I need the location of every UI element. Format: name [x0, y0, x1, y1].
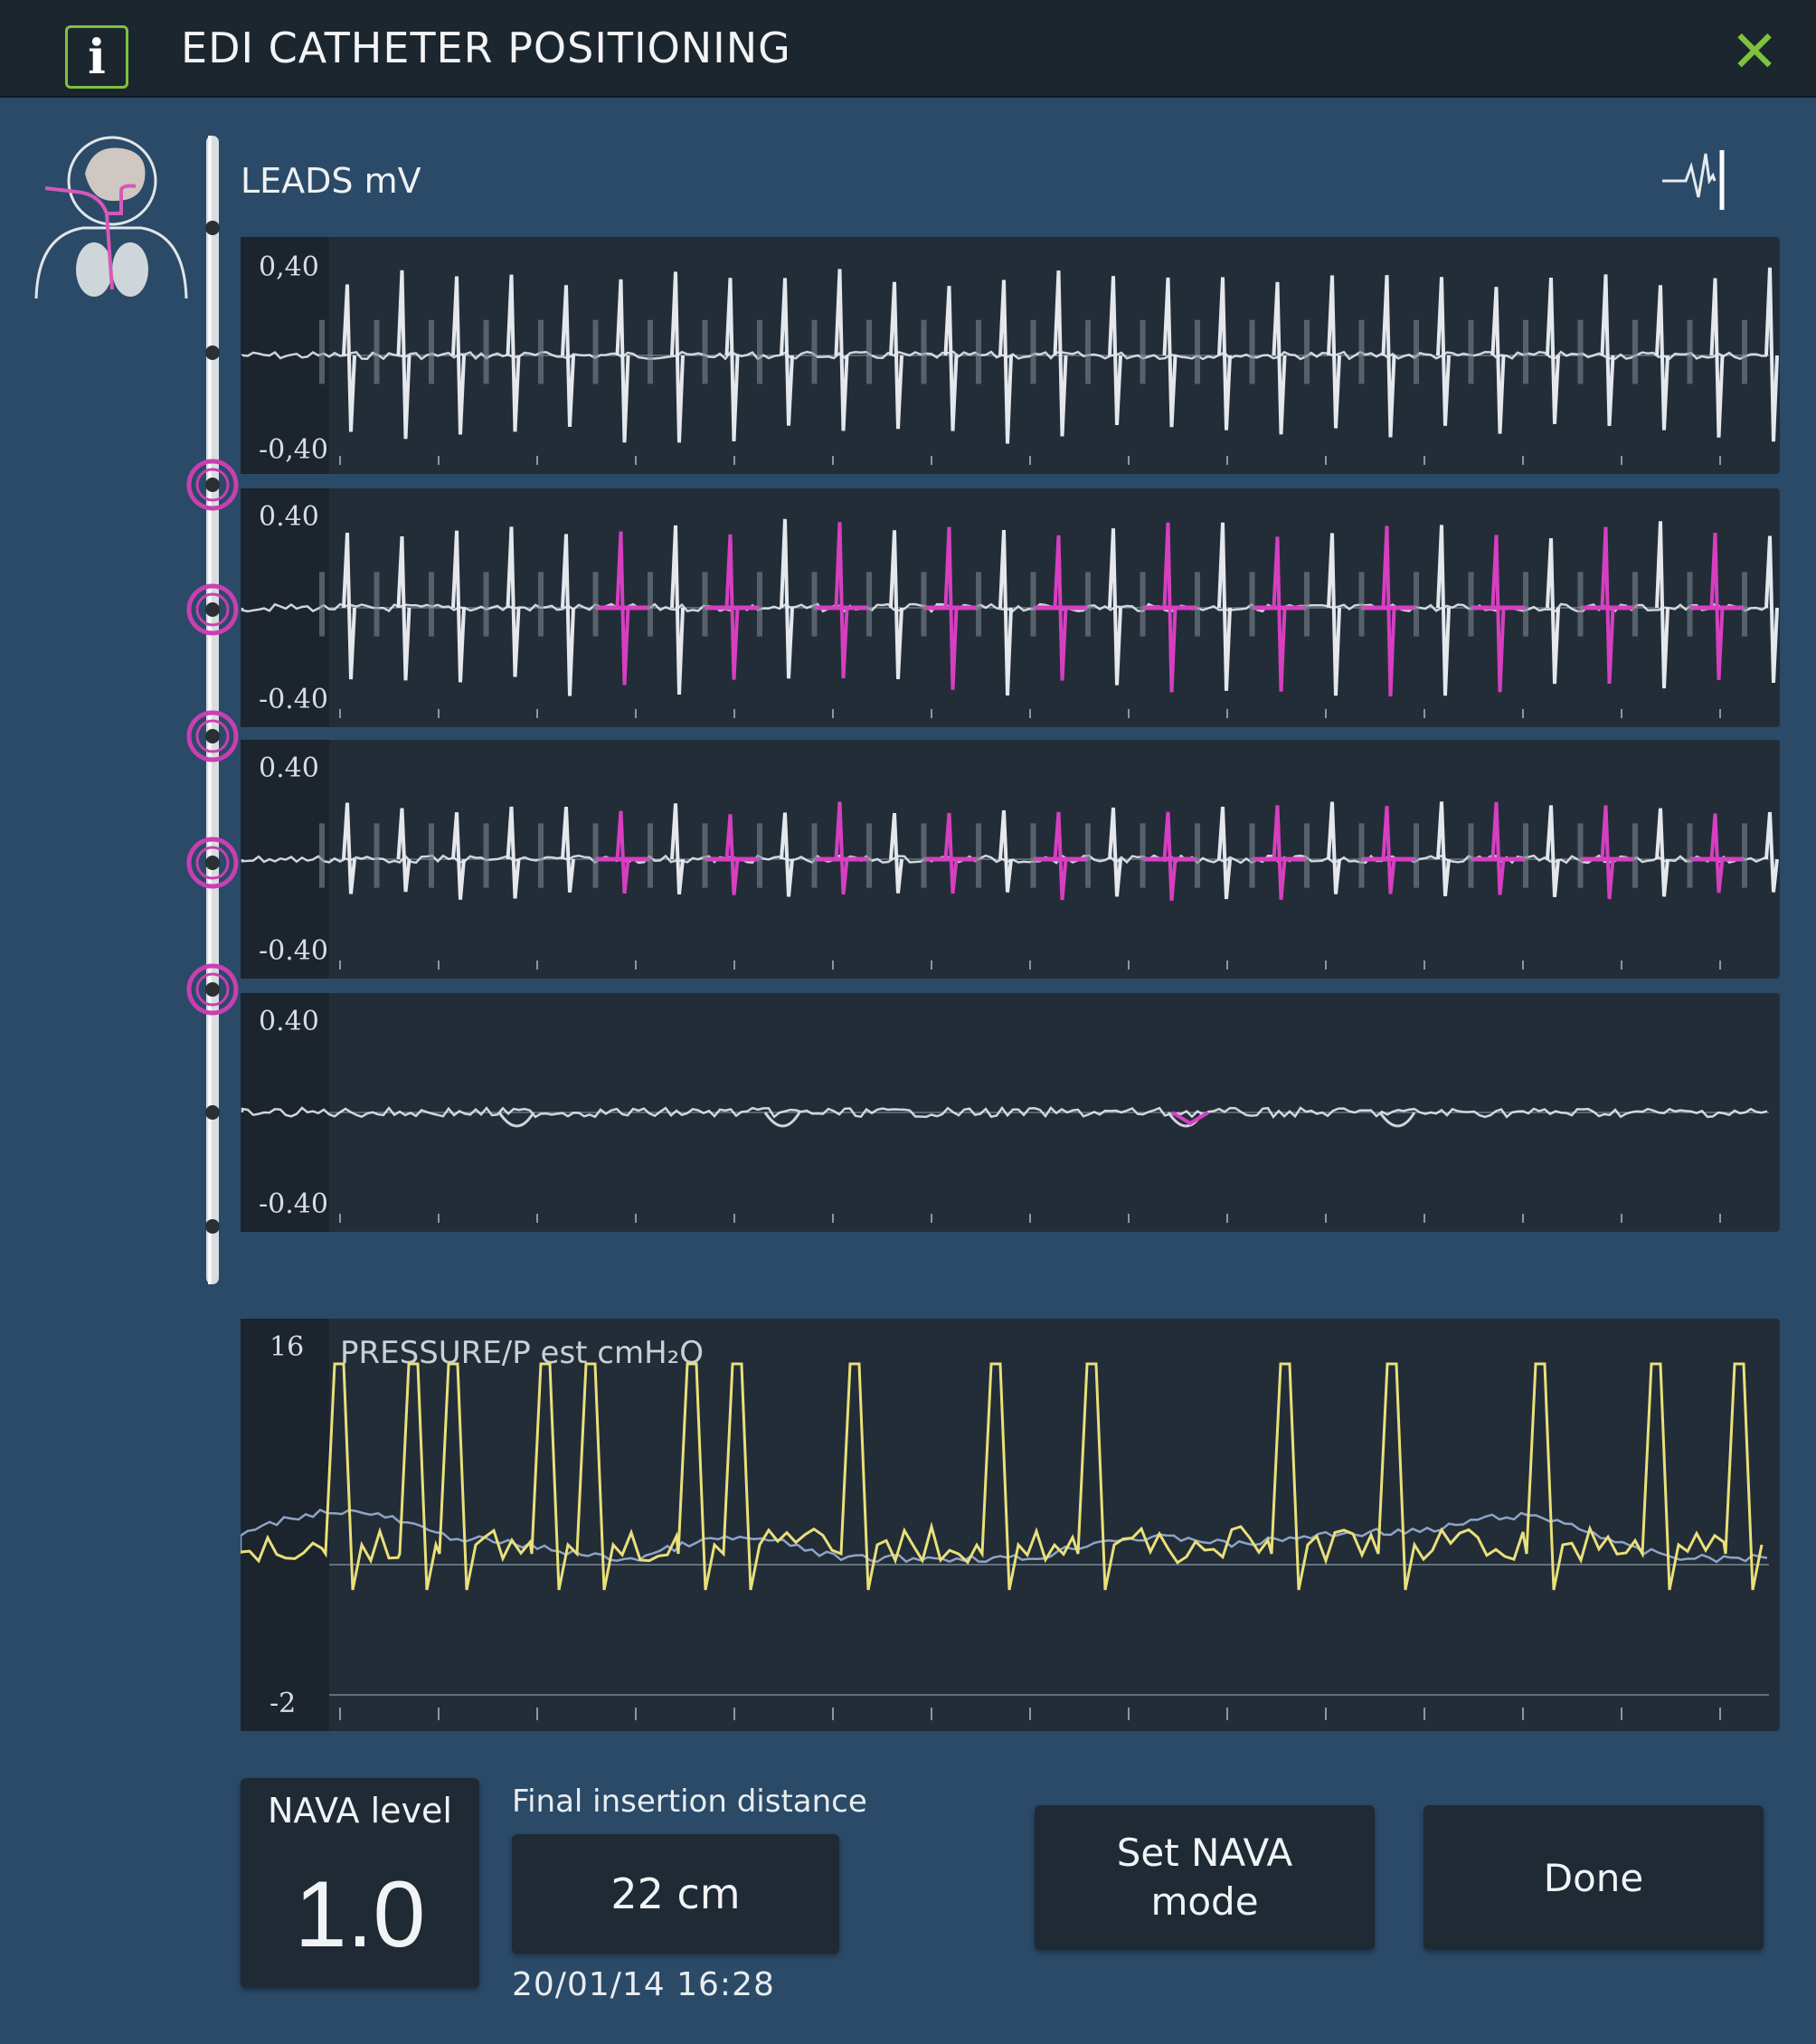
lead-spike [724, 278, 740, 442]
lead-spike [1162, 277, 1178, 428]
lead-spike [1436, 801, 1451, 897]
lead-spike [1490, 287, 1506, 434]
lead-spike [998, 279, 1013, 444]
lead-spike [1546, 538, 1560, 685]
electrode-dot [205, 1219, 220, 1234]
lead-spike [1764, 811, 1779, 893]
electrode-dot [205, 856, 220, 870]
lead-spike [451, 812, 466, 900]
lead-trace [241, 518, 1779, 718]
lead-spike [1217, 277, 1232, 431]
lead-spike [1272, 536, 1287, 692]
lead-spike [1272, 805, 1287, 900]
lead-spike [943, 286, 959, 431]
set-nava-mode-button[interactable]: Set NAVA mode [1035, 1805, 1375, 1950]
lead-spike [1655, 808, 1669, 897]
lead-spike [1709, 813, 1725, 894]
pressure-panel: 16 -2 PRESSURE/P est cmH₂O [241, 1319, 1780, 1731]
lead-spike [998, 809, 1013, 893]
electrode-dot [205, 982, 220, 997]
lead-spike [724, 814, 740, 895]
lead-spike [1108, 276, 1122, 425]
lead-spike [1655, 521, 1669, 689]
leads-title: LEADS mV [241, 161, 421, 201]
lead-panel-3: 0.40 -0.40 [241, 740, 1780, 979]
lead-spike [1217, 522, 1232, 691]
done-button[interactable]: Done [1423, 1805, 1764, 1950]
lead-spike [615, 279, 630, 443]
info-icon[interactable]: i [65, 25, 128, 89]
page-title: EDI CATHETER POSITIONING [181, 24, 791, 72]
insertion-distance-field[interactable]: 22 cm [512, 1834, 839, 1954]
lead-spike [1327, 533, 1341, 696]
lead-spike [506, 526, 521, 677]
lead-spike [561, 534, 575, 696]
lead-spike [342, 284, 356, 432]
lead-spike [1490, 535, 1506, 693]
lead-spike [780, 278, 794, 426]
electrode-dot [205, 345, 220, 360]
lead-panel-1: 0,40 -0,40 [241, 237, 1780, 474]
lead-spike [998, 529, 1013, 696]
patient-airway-icon [34, 136, 188, 299]
lead-trace [241, 1105, 1769, 1223]
lead-spike [780, 518, 794, 679]
electrode-dot [205, 221, 220, 235]
lead-spike [889, 530, 903, 679]
lead-trace [241, 801, 1779, 970]
lead-spike [451, 276, 466, 435]
lead-spike [1217, 806, 1232, 900]
lead-spike [1600, 274, 1615, 427]
lead-spike [1162, 811, 1178, 901]
insertion-timestamp: 20/01/14 16:28 [512, 1966, 775, 2003]
lead-spike [1764, 535, 1779, 684]
electrode-dot [205, 1105, 220, 1120]
lead-spike [943, 812, 959, 894]
lead-spike [615, 810, 630, 894]
lead-spike [506, 274, 521, 432]
lead-spike [834, 801, 849, 895]
insertion-distance-label: Final insertion distance [512, 1784, 867, 1820]
lead-spike [1327, 275, 1341, 429]
lead-spike [670, 803, 685, 895]
lead-spike [396, 808, 411, 893]
lead-panel-2: 0.40 -0.40 [241, 488, 1780, 727]
lead-spike [1108, 807, 1122, 897]
lead-spike [561, 806, 575, 893]
nava-level-label: NAVA level [268, 1791, 452, 1831]
lead-spike [834, 269, 849, 431]
title-bar: i EDI CATHETER POSITIONING ✕ [0, 0, 1816, 98]
pressure-trace [241, 1362, 1769, 1720]
close-icon[interactable]: ✕ [1727, 24, 1782, 81]
lead-spike [342, 802, 356, 894]
lead-spike [451, 530, 466, 683]
lead-spike [1546, 277, 1560, 424]
lead-spike [889, 281, 903, 430]
lead-spike [1327, 801, 1341, 894]
lead-spike [1436, 525, 1451, 696]
lead-spike [1490, 801, 1506, 895]
lead-panel-4: 0.40 -0.40 [241, 993, 1780, 1232]
lead-spike [889, 812, 903, 894]
electrode-dot [205, 478, 220, 492]
electrode-dot [205, 729, 220, 743]
lead-trace [241, 267, 1779, 465]
lead-spike [1600, 805, 1615, 900]
nava-level-box[interactable]: NAVA level 1.0 [241, 1778, 479, 1988]
electrode-dot [205, 602, 220, 617]
lead-spike [1546, 805, 1560, 898]
lead-spike [834, 522, 849, 678]
lead-spike [506, 806, 521, 899]
lead-spike [1381, 806, 1396, 894]
lead-spike [780, 812, 794, 897]
lead-spike [1600, 526, 1615, 685]
lead-spike [1381, 525, 1396, 697]
nava-level-value: 1.0 [294, 1862, 426, 1967]
waveform-toggle-icon[interactable] [1659, 145, 1731, 217]
lead-spike [1764, 267, 1779, 442]
